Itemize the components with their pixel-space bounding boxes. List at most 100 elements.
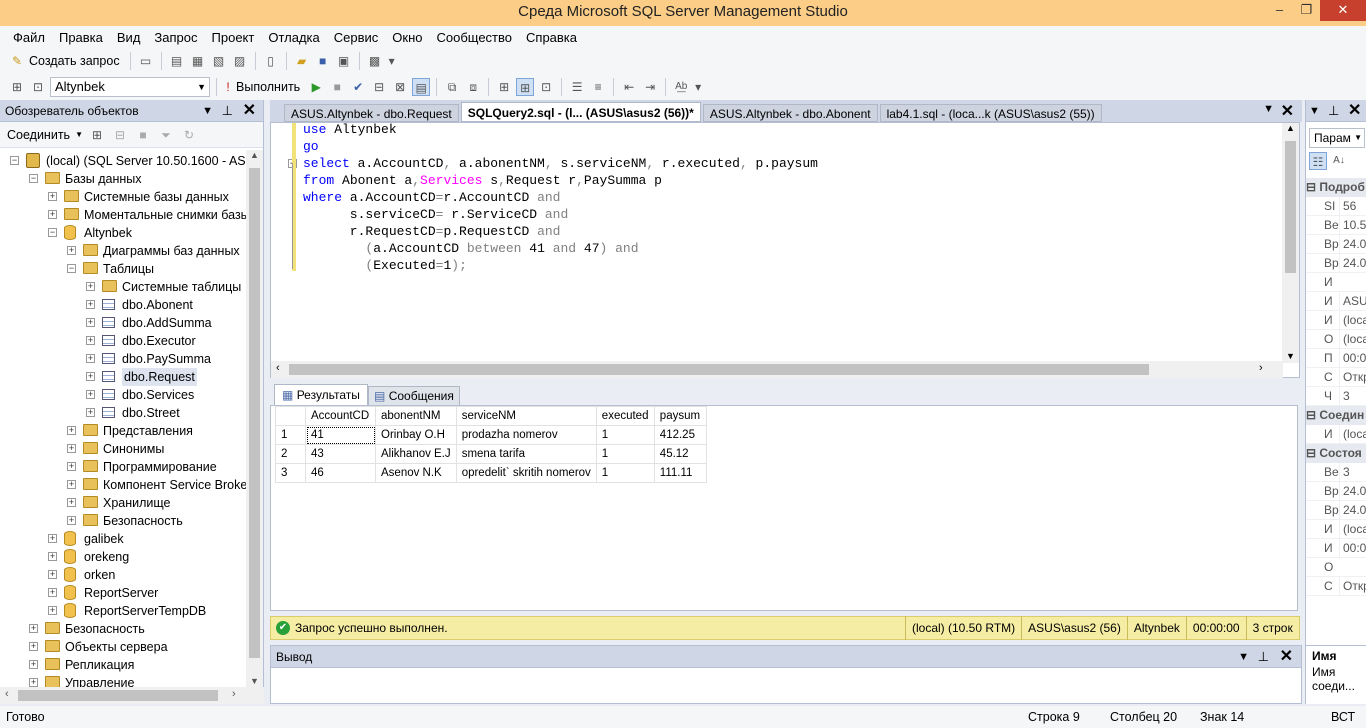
tree-node[interactable]: + Моментальные снимки базы [0, 206, 246, 224]
table-cell[interactable]: Alikhanov E.J [375, 444, 457, 464]
menu-query[interactable]: Запрос [154, 30, 197, 45]
close-button[interactable]: ✕ [1320, 0, 1366, 21]
expand-icon[interactable]: + [86, 390, 95, 399]
expand-icon[interactable]: + [29, 642, 38, 651]
tree-node[interactable]: + dbo.Executor [0, 332, 246, 350]
expand-icon[interactable]: + [86, 282, 95, 291]
dropdown-icon[interactable]: ▼ [202, 100, 213, 122]
property-row[interactable]: О (loca [1306, 330, 1366, 349]
comment-icon[interactable]: ☰ [568, 78, 586, 96]
table-cell[interactable]: 41 [305, 425, 376, 445]
database-select[interactable]: Altynbek ▼ [50, 77, 210, 97]
debug-icon[interactable]: ▶ [307, 78, 325, 96]
properties-object-select[interactable]: Парам ▼ [1309, 128, 1365, 148]
menu-debug[interactable]: Отладка [268, 30, 319, 45]
tree-node[interactable]: + orekeng [0, 548, 246, 566]
connect-button[interactable]: Соединить [7, 128, 70, 142]
results-to-file-icon[interactable]: ⊡ [537, 78, 555, 96]
property-row[interactable]: И 00:00 [1306, 539, 1366, 558]
table-cell[interactable]: 46 [305, 463, 376, 483]
change-connection-icon[interactable]: ⊡ [29, 78, 47, 96]
tree-node[interactable]: − Altynbek [0, 224, 246, 242]
expand-icon[interactable]: + [86, 372, 95, 381]
column-header[interactable]: abonentNM [375, 406, 457, 426]
expand-icon[interactable]: + [48, 192, 57, 201]
collapse-icon[interactable]: ⊟ [1306, 180, 1319, 194]
output-close-icon[interactable]: ✕ [1280, 646, 1293, 668]
tree-node[interactable]: + galibek [0, 530, 246, 548]
row-number[interactable]: 1 [275, 425, 306, 445]
tab-document[interactable]: lab4.1.sql - (loca...k (ASUS\asus2 (55)) [879, 104, 1102, 122]
collapse-icon[interactable]: − [29, 174, 38, 183]
expand-icon[interactable]: + [48, 552, 57, 561]
stop-icon[interactable]: ■ [134, 126, 152, 144]
new-project-icon[interactable]: ▯ [262, 52, 280, 70]
table-cell[interactable]: opredelit` skritih nomerov [455, 463, 597, 483]
table-cell[interactable]: 412.25 [653, 425, 707, 445]
collapse-icon[interactable]: ⊟ [1306, 446, 1319, 460]
results-to-text-icon[interactable]: ⊞ [495, 78, 513, 96]
expand-icon[interactable]: + [86, 354, 95, 363]
tree-node[interactable]: + Программирование [0, 458, 246, 476]
row-number[interactable]: 3 [275, 463, 306, 483]
results-grid-toggle-icon[interactable]: ⊞ [516, 78, 535, 96]
new-query-button[interactable]: Создать запрос [29, 54, 120, 68]
expand-icon[interactable]: + [48, 588, 57, 597]
column-header[interactable]: executed [595, 406, 655, 426]
object-tree-vscroll-thumb[interactable] [249, 168, 260, 658]
tree-node[interactable]: + Представления [0, 422, 246, 440]
tree-node[interactable]: + Системные базы данных [0, 188, 246, 206]
expand-icon[interactable]: + [48, 210, 57, 219]
expand-icon[interactable]: + [67, 480, 76, 489]
tree-node[interactable]: + Диаграммы баз данных [0, 242, 246, 260]
include-plan-icon[interactable]: ⧉ [443, 78, 461, 96]
table-cell[interactable]: 111.11 [653, 463, 707, 483]
expand-icon[interactable]: + [48, 534, 57, 543]
menu-community[interactable]: Сообщество [436, 30, 512, 45]
property-row[interactable]: И (loca [1306, 425, 1366, 444]
table-row[interactable]: 1 41 Orinbay O.H prodazha nomerov 1 412.25 [275, 425, 707, 445]
expand-icon[interactable]: + [67, 426, 76, 435]
table-row[interactable]: 3 46 Asenov N.K opredelit` skritih nomerov 1… [275, 463, 707, 483]
collapse-icon[interactable]: ⊟ [1306, 408, 1319, 422]
maximize-button[interactable]: ❐ [1293, 0, 1320, 21]
sql-code[interactable]: use Altynbek go select a.AccountCD, a.abon… [303, 121, 818, 274]
tab-list-icon[interactable]: ▼ [1263, 103, 1274, 115]
table-cell[interactable]: 1 [595, 444, 655, 464]
tree-node[interactable]: + Объекты сервера [0, 638, 246, 656]
properties-dropdown-icon[interactable]: ▼ [1309, 100, 1320, 122]
tree-node[interactable]: + Компонент Service Broker [0, 476, 246, 494]
table-cell[interactable]: 45.12 [653, 444, 707, 464]
property-row[interactable]: Ве10.50 [1306, 216, 1366, 235]
pin-icon[interactable]: ⊥ [222, 100, 233, 122]
table-cell[interactable]: smena tarifa [455, 444, 597, 464]
tree-node[interactable]: + Системные таблицы [0, 278, 246, 296]
toolbar-overflow-icon[interactable]: ▾ [387, 52, 397, 70]
menu-tools[interactable]: Сервис [334, 30, 379, 45]
property-category[interactable]: ⊟ Состоя [1306, 444, 1366, 463]
minimize-button[interactable]: – [1266, 0, 1293, 21]
table-cell[interactable]: prodazha nomerov [455, 425, 597, 445]
property-row[interactable]: С Откр [1306, 577, 1366, 596]
tab-messages[interactable]: ▤ Сообщения [368, 386, 460, 406]
tab-document[interactable]: ASUS.Altynbek - dbo.Abonent [702, 104, 878, 122]
query-designer-icon[interactable]: ⊠ [391, 78, 409, 96]
expand-icon[interactable]: + [86, 318, 95, 327]
tree-node[interactable]: + dbo.AddSumma [0, 314, 246, 332]
table-row[interactable]: 2 43 Alikhanov E.J smena tarifa 1 45.12 [275, 444, 707, 464]
editor-hscroll[interactable]: ‹ › [271, 361, 1283, 378]
editor-vscroll-thumb[interactable] [1285, 141, 1296, 273]
tab-document[interactable]: ASUS.Altynbek - dbo.Request [284, 104, 459, 122]
tree-node[interactable]: + Репликация [0, 656, 246, 674]
tree-node[interactable]: + dbo.Request [0, 368, 246, 386]
activity-monitor-icon[interactable]: ▩ [366, 52, 384, 70]
xmla-query-icon[interactable]: ▨ [231, 52, 249, 70]
properties-close-icon[interactable]: ✕ [1348, 100, 1361, 122]
tree-node[interactable]: + dbo.Abonent [0, 296, 246, 314]
property-category[interactable]: ⊟ Соедин [1306, 406, 1366, 425]
tab-results[interactable]: ▦ Результаты [274, 384, 368, 406]
grid-corner[interactable] [275, 406, 306, 426]
property-category[interactable]: ⊟ Подроб [1306, 178, 1366, 197]
property-row[interactable]: О [1306, 558, 1366, 577]
property-row[interactable]: Вр24.02 [1306, 482, 1366, 501]
